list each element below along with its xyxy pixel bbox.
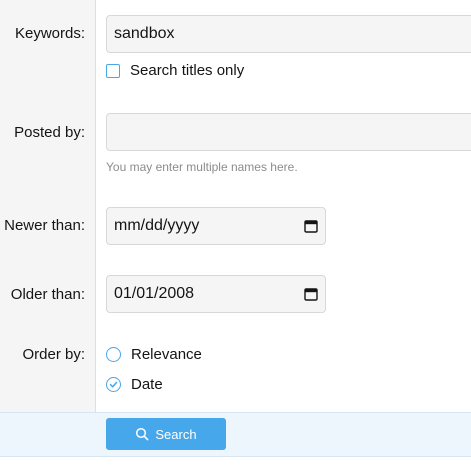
keywords-label: Keywords: — [14, 25, 85, 42]
search-titles-only-label: Search titles only — [130, 62, 245, 79]
calendar-icon[interactable] — [304, 219, 318, 233]
checkbox-box[interactable] — [106, 63, 120, 78]
date-label: Date — [131, 376, 163, 393]
order-by-label: Order by: — [22, 346, 85, 363]
form-footer — [0, 412, 471, 457]
older-than-label: Older than: — [10, 286, 85, 303]
calendar-icon[interactable] — [304, 287, 318, 301]
radio-circle-checked[interactable] — [106, 377, 121, 392]
search-button[interactable]: Search — [106, 418, 226, 450]
posted-by-input[interactable] — [106, 113, 471, 151]
posted-by-hint: You may enter multiple names here. — [106, 160, 298, 174]
order-relevance-radio[interactable]: Relevance — [106, 346, 202, 363]
check-icon — [109, 381, 118, 388]
newer-than-value: mm/dd/yyyy — [114, 217, 200, 234]
order-date-radio[interactable]: Date — [106, 376, 163, 393]
newer-than-date-input[interactable]: mm/dd/yyyy — [106, 207, 326, 245]
radio-circle[interactable] — [106, 347, 121, 362]
keywords-input[interactable]: sandbox — [106, 15, 471, 53]
search-button-label: Search — [155, 426, 197, 442]
posted-by-label: Posted by: — [14, 124, 85, 141]
search-icon — [136, 427, 149, 441]
search-titles-only-checkbox[interactable]: Search titles only — [106, 62, 244, 79]
older-than-date-input[interactable]: 01/01/2008 — [106, 275, 326, 313]
relevance-label: Relevance — [131, 346, 202, 363]
older-than-value: 01/01/2008 — [114, 285, 195, 302]
newer-than-label: Newer than: — [4, 217, 85, 234]
